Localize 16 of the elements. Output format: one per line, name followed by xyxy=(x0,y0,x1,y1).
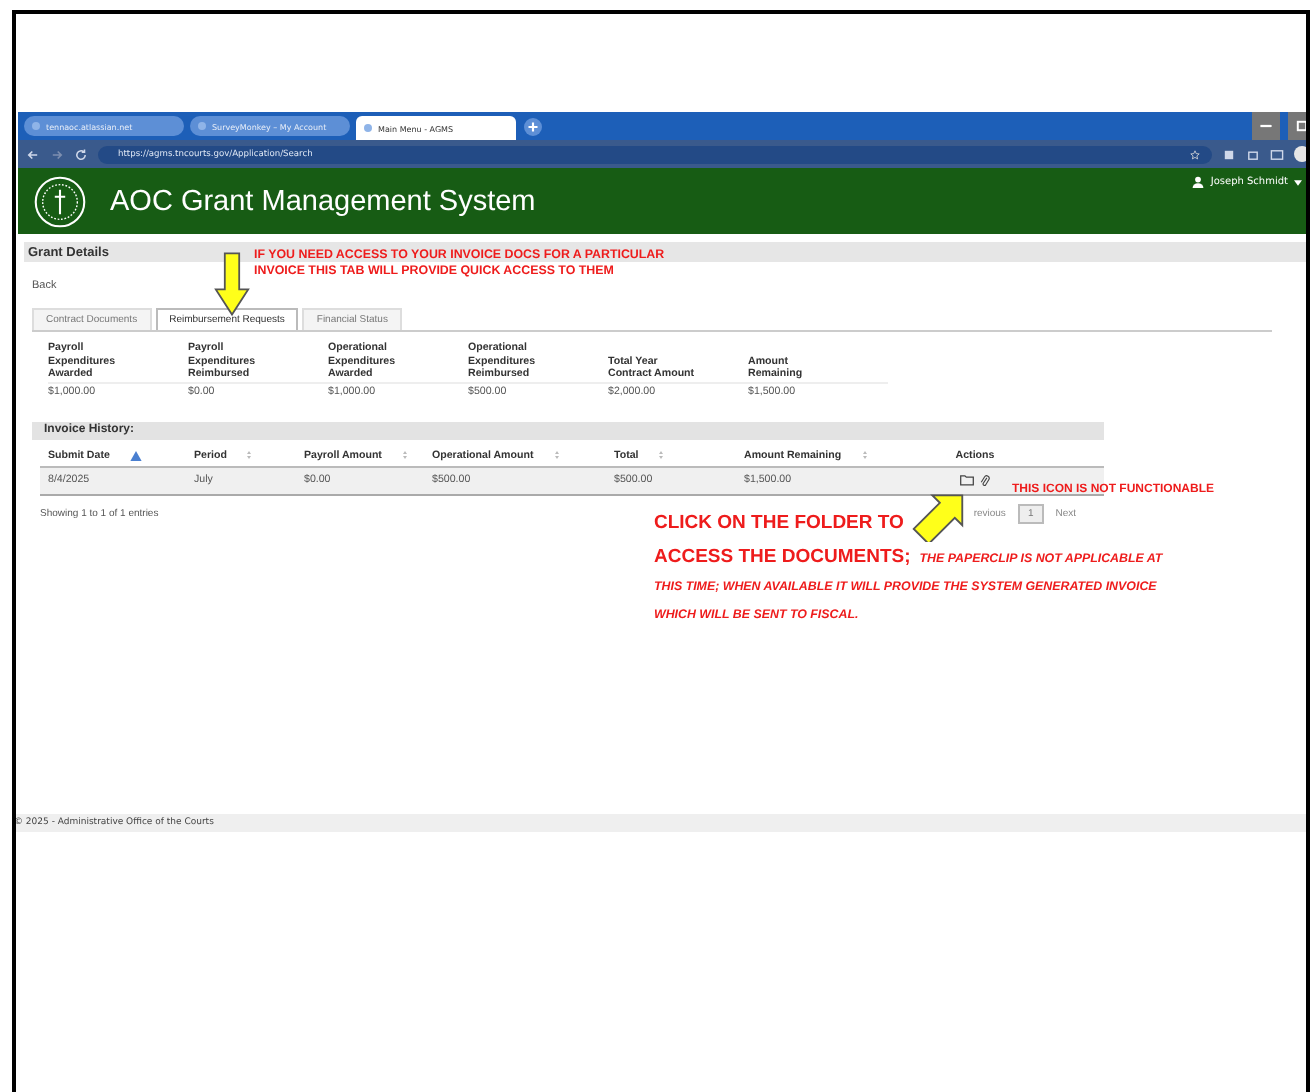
back-arrow-icon[interactable] xyxy=(26,147,40,161)
star-icon[interactable] xyxy=(1190,149,1200,159)
sort-ascending-icon[interactable] xyxy=(129,449,142,462)
new-tab-icon[interactable] xyxy=(524,117,542,135)
caret-icon[interactable] xyxy=(1294,179,1302,185)
minimize-icon[interactable] xyxy=(1252,112,1280,140)
app-title: AOC Grant Management System xyxy=(110,185,536,217)
profile-icon[interactable] xyxy=(1294,146,1306,162)
paperclip-icon[interactable] xyxy=(980,473,990,488)
sidebar-icon[interactable] xyxy=(1270,147,1284,161)
reload-icon[interactable] xyxy=(74,147,88,161)
down-arrow-annotation xyxy=(214,250,250,318)
annotation-text: CLICK ON THE FOLDER TO xyxy=(654,512,904,534)
folder-icon[interactable] xyxy=(960,474,974,487)
seal-icon xyxy=(34,175,86,227)
user-icon[interactable] xyxy=(1192,176,1205,188)
